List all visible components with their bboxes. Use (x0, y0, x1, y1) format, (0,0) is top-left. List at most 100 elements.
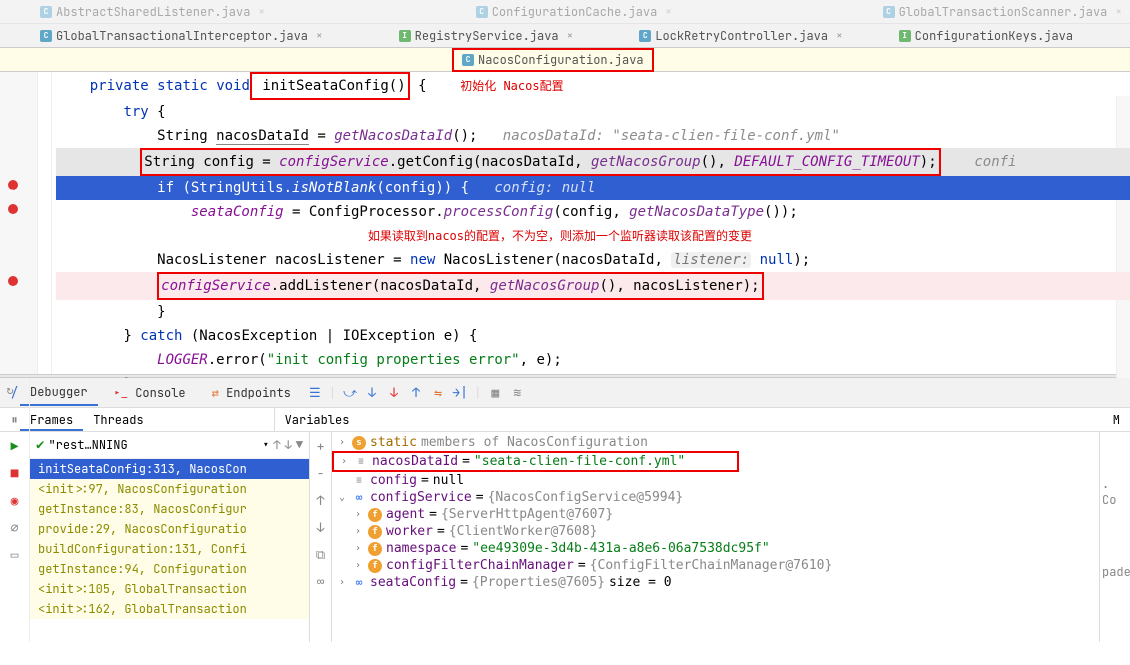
frame-item[interactable]: <init>:162, GlobalTransaction (30, 599, 309, 619)
close-icon[interactable]: × (316, 29, 323, 43)
breakpoint-icon[interactable] (8, 276, 18, 286)
down-icon[interactable]: ↓ (317, 519, 325, 536)
frame-item[interactable]: provide:29, NacosConfiguratio (30, 519, 309, 539)
code-editor[interactable]: private static void initSeataConfig() { … (0, 72, 1130, 374)
mute-icon[interactable]: ⌀ (11, 519, 19, 536)
tab-console[interactable]: ▸_ Console (104, 381, 196, 405)
close-icon[interactable]: × (258, 5, 265, 19)
var-row[interactable]: ›f namespace = "ee49309e-3d4b-431a-a8e6-… (332, 540, 1099, 557)
expand-icon[interactable]: › (352, 543, 364, 554)
frame-item[interactable]: <init>:97, NacosConfiguration (30, 479, 309, 499)
close-icon[interactable]: × (836, 29, 843, 43)
run-to-cursor-icon[interactable]: →| (452, 385, 468, 401)
minus-icon[interactable]: − (317, 465, 325, 482)
up-arrow-icon[interactable]: ↑ (273, 437, 280, 453)
add-icon[interactable]: + (317, 438, 325, 455)
frame-list[interactable]: initSeataConfig:313, NacosCon <init>:97,… (30, 459, 309, 642)
down-arrow-icon[interactable]: ↓ (285, 437, 292, 453)
code-line[interactable]: private static void initSeataConfig() { … (56, 72, 1130, 100)
link-icon[interactable]: ∞ (317, 573, 325, 590)
expand-icon[interactable]: › (336, 437, 348, 448)
code-line[interactable]: } (56, 300, 1130, 324)
frames-panel: ✔ "rest…NNING ▾ ↑ ↓ ▼ initSeataConfig:31… (30, 432, 310, 642)
tab-global-interceptor[interactable]: CGlobalTransactionalInterceptor.java× (32, 24, 331, 48)
var-row[interactable]: ›s static members of NacosConfiguration (332, 434, 1099, 451)
copy-icon[interactable]: ⧉ (316, 546, 325, 563)
threads-tab[interactable]: Threads (83, 408, 153, 431)
annotation-init: 初始化 Nacos配置 (460, 79, 563, 93)
var-row[interactable]: ›f agent = {ServerHttpAgent@7607} (332, 506, 1099, 523)
tab-debugger[interactable]: Debugger (20, 380, 98, 406)
layout-icon[interactable]: ▭ (11, 546, 19, 563)
variables-tree[interactable]: ›s static members of NacosConfiguration … (332, 432, 1099, 642)
var-row[interactable]: ›f worker = {ClientWorker@7608} (332, 523, 1099, 540)
var-row[interactable]: ›∞ seataConfig = {Properties@7605} size … (332, 574, 1099, 591)
code-line[interactable]: seataConfig = ConfigProcessor.processCon… (56, 200, 1130, 224)
tab-endpoints[interactable]: ⇄ Endpoints (202, 381, 301, 405)
class-icon: C (462, 54, 474, 66)
thread-selector[interactable]: ✔ "rest…NNING ▾ ↑ ↓ ▼ (30, 432, 309, 459)
code-line-current[interactable]: if (StringUtils.isNotBlank(config)) { co… (56, 176, 1130, 200)
close-icon[interactable]: × (1115, 5, 1122, 19)
tab-faded-3[interactable]: CGlobalTransactionScanner.java× (875, 0, 1130, 24)
code-line[interactable]: LOGGER.error("init config properties err… (56, 348, 1130, 372)
tab-lock-retry[interactable]: CLockRetryController.java× (631, 24, 850, 48)
object-icon: ∞ (352, 576, 366, 590)
code-line[interactable]: configService.addListener(nacosDataId, g… (56, 272, 1130, 300)
fold-gutter[interactable] (38, 72, 52, 374)
step-into-icon[interactable]: ↓ (364, 385, 380, 401)
debugger-toolbar: ↻ Debugger ▸_ Console ⇄ Endpoints ☰ | ⤻ … (0, 378, 1130, 408)
tab-nacos-configuration[interactable]: CNacosConfiguration.java (452, 48, 654, 72)
m-column[interactable]: M (1103, 408, 1130, 431)
step-out-icon[interactable]: ↑ (408, 385, 424, 401)
var-row[interactable]: ⌄∞ configService = {NacosConfigService@5… (332, 489, 1099, 506)
code-line[interactable]: String nacosDataId = getNacosDataId(); n… (56, 124, 1130, 148)
gutter[interactable] (0, 72, 38, 374)
frame-item[interactable]: initSeataConfig:313, NacosCon (30, 459, 309, 479)
drop-frame-icon[interactable]: ⇋ (430, 385, 446, 401)
breakpoint-icon[interactable] (8, 204, 18, 214)
var-row[interactable]: ›f configFilterChainManager = {ConfigFil… (332, 557, 1099, 574)
code-line[interactable]: } catch (NacosException | IOException e)… (56, 324, 1130, 348)
view-breakpoints-icon[interactable]: ◉ (11, 492, 19, 509)
expand-icon[interactable]: › (336, 577, 348, 588)
expand-icon[interactable]: › (338, 456, 350, 467)
code-line[interactable]: 如果读取到nacos的配置，不为空，则添加一个监听器读取该配置的变更 (56, 224, 1130, 248)
pause-icon[interactable]: ⏸ (11, 411, 18, 428)
filter-icon[interactable]: ▼ (296, 437, 303, 453)
list-icon[interactable]: ☰ (307, 385, 323, 401)
tab-row-active: CNacosConfiguration.java (0, 48, 1130, 72)
expand-icon[interactable]: › (352, 526, 364, 537)
var-row-nacosdataid[interactable]: ›≡ nacosDataId = "seata-clien-file-conf.… (332, 451, 739, 472)
close-icon[interactable]: × (567, 29, 574, 43)
class-icon: C (40, 30, 52, 42)
trace-icon[interactable]: ≋ (509, 385, 525, 401)
collapse-icon[interactable]: ⌄ (336, 492, 348, 503)
static-icon: s (352, 436, 366, 450)
code-line[interactable]: try { (56, 100, 1130, 124)
class-icon: C (40, 6, 52, 18)
evaluate-icon[interactable]: ▦ (487, 385, 503, 401)
up-icon[interactable]: ↑ (317, 492, 325, 509)
tab-config-keys[interactable]: IConfigurationKeys.java (891, 24, 1081, 48)
tab-faded-1[interactable]: CAbstractSharedListener.java× (32, 0, 273, 24)
stop-icon[interactable]: ■ (11, 465, 19, 482)
frame-item[interactable]: getInstance:94, Configuration (30, 559, 309, 579)
frame-item[interactable]: buildConfiguration:131, Confi (30, 539, 309, 559)
expand-icon[interactable]: › (352, 509, 364, 520)
expand-icon[interactable]: › (352, 560, 364, 571)
code-line[interactable]: String config = configService.getConfig(… (56, 148, 1130, 176)
close-icon[interactable]: × (665, 5, 672, 19)
step-over-icon[interactable]: ⤻ (342, 385, 358, 401)
frame-item[interactable]: getInstance:83, NacosConfigur (30, 499, 309, 519)
field-icon: f (368, 542, 382, 556)
breakpoint-icon[interactable] (8, 180, 18, 190)
code-line[interactable]: NacosListener nacosListener = new NacosL… (56, 248, 1130, 272)
tab-faded-2[interactable]: CConfigurationCache.java× (468, 0, 680, 24)
var-row[interactable]: ≡ config = null (332, 472, 1099, 489)
frame-item[interactable]: <init>:105, GlobalTransaction (30, 579, 309, 599)
resume-icon[interactable]: ▶ (11, 438, 19, 455)
tab-registry-service[interactable]: IRegistryService.java× (391, 24, 582, 48)
force-step-into-icon[interactable]: ↓ (386, 385, 402, 401)
chevron-down-icon[interactable]: ▾ (262, 437, 269, 453)
